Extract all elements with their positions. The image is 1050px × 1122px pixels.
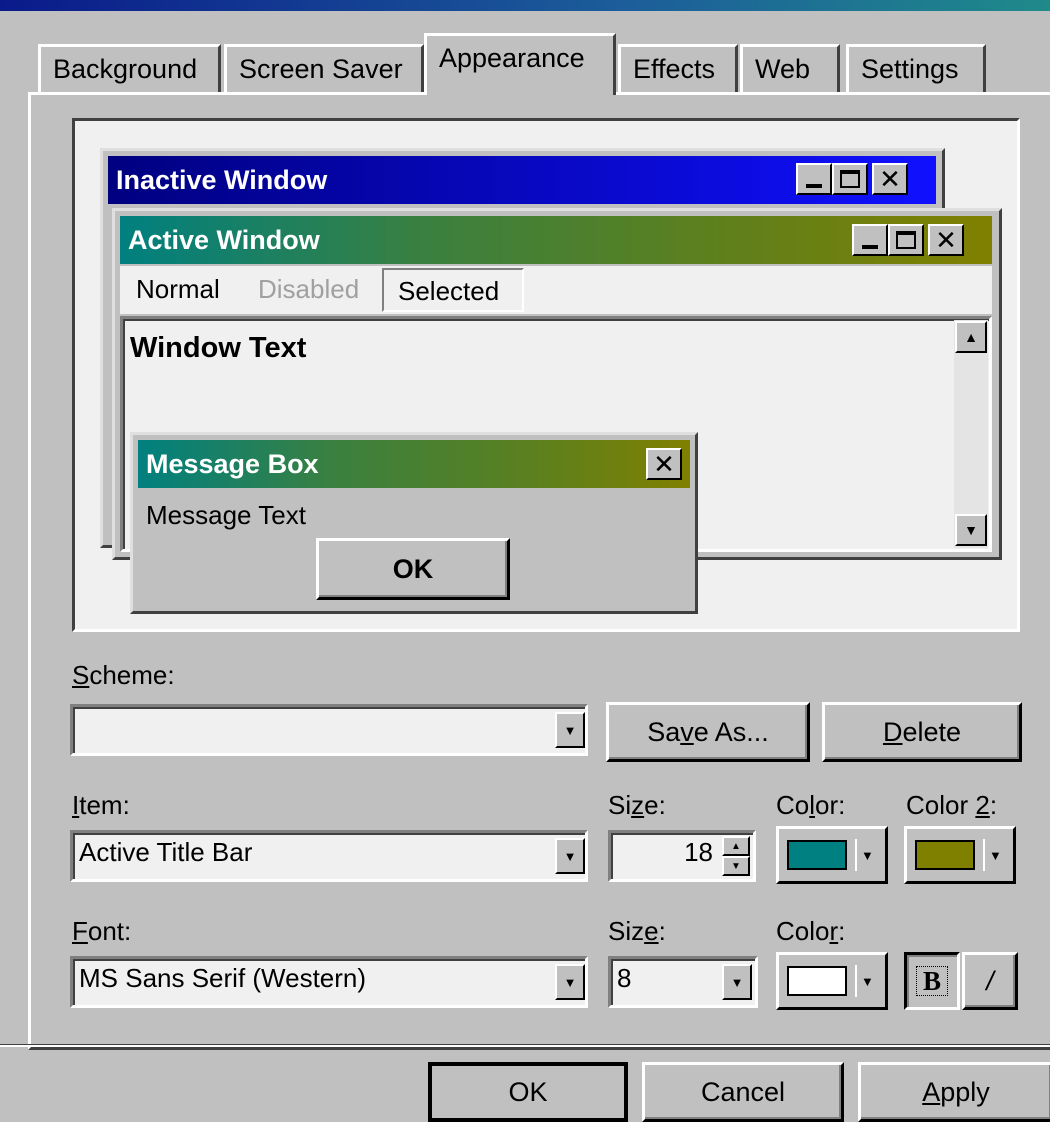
- font-color-label: Color:: [776, 916, 846, 946]
- item-color2-swatch: [915, 840, 975, 870]
- item-select[interactable]: Active Title Bar: [70, 830, 588, 882]
- tab-screen-saver[interactable]: Screen Saver: [224, 44, 424, 92]
- menu-bar-preview: [120, 266, 992, 314]
- cancel-button[interactable]: Cancel: [642, 1062, 844, 1122]
- font-size-label: Size:: [608, 916, 666, 946]
- italic-icon: /: [986, 965, 994, 996]
- chevron-down-icon: ▼: [989, 847, 1002, 863]
- message-box-ok-button[interactable]: OK: [316, 538, 510, 600]
- tab-label: Effects: [633, 54, 716, 84]
- scheme-label: Scheme:: [72, 660, 175, 690]
- close-icon: ✕: [928, 224, 964, 256]
- bold-icon: B: [915, 966, 948, 996]
- window-title-strip: [0, 0, 1050, 11]
- message-box-title-bar[interactable]: Message Box: [138, 440, 690, 488]
- item-size-value: 18: [684, 837, 713, 867]
- item-value: Active Title Bar: [79, 837, 253, 867]
- font-color-button[interactable]: ▼: [776, 952, 888, 1010]
- bottom-separator: [0, 1044, 1050, 1047]
- message-box-title: Message Box: [146, 449, 319, 479]
- tab-label: Web: [755, 54, 811, 84]
- tab-background[interactable]: Background: [38, 44, 221, 92]
- size-down-icon[interactable]: ▼: [722, 856, 750, 876]
- ok-button[interactable]: OK: [428, 1062, 628, 1122]
- save-as-button[interactable]: Sa v e As...: [606, 702, 810, 762]
- item-color2-label: Color 2:: [906, 790, 998, 820]
- tab-settings[interactable]: Settings: [846, 44, 986, 92]
- item-color2-button[interactable]: ▼: [904, 826, 1016, 884]
- window-text-preview[interactable]: Window Text: [130, 332, 306, 365]
- italic-toggle-button[interactable]: /: [962, 952, 1018, 1010]
- tab-label: Screen Saver: [239, 54, 403, 84]
- chevron-down-icon: ▼: [861, 847, 874, 863]
- active-title-buttons: ✕: [852, 224, 964, 256]
- maximize-icon: [888, 224, 924, 256]
- scroll-up-icon[interactable]: ▲: [955, 321, 987, 353]
- close-icon: ✕: [872, 163, 908, 195]
- apply-button[interactable]: Apply: [858, 1062, 1050, 1122]
- tab-label: Settings: [861, 54, 959, 84]
- item-color-swatch: [787, 840, 847, 870]
- active-window-title: Active Window: [128, 225, 320, 255]
- item-color-label: Color:: [776, 790, 846, 820]
- font-value: MS Sans Serif (Western): [79, 963, 367, 993]
- message-box-title-buttons: ✕: [646, 448, 682, 480]
- tab-label: Background: [53, 54, 198, 84]
- maximize-icon: [832, 163, 868, 195]
- delete-button[interactable]: Delete: [822, 702, 1022, 762]
- font-size-dropdown-icon[interactable]: ▼: [722, 964, 752, 1000]
- scheme-dropdown-icon[interactable]: ▼: [555, 712, 585, 748]
- menu-item-selected-label: Selected: [398, 276, 500, 306]
- font-label: Font:: [72, 916, 132, 946]
- menu-item-normal[interactable]: Normal: [136, 274, 220, 305]
- item-size-label: Size:: [608, 790, 666, 820]
- tab-effects[interactable]: Effects: [618, 44, 738, 92]
- inactive-window-title: Inactive Window: [116, 165, 328, 195]
- font-color-swatch: [787, 966, 847, 996]
- message-text-preview: Message Text: [146, 500, 306, 530]
- item-label: Item:: [72, 790, 130, 820]
- menu-item-selected[interactable]: Selected: [382, 268, 524, 312]
- item-dropdown-icon[interactable]: ▼: [555, 838, 585, 874]
- ok-label: OK: [508, 1076, 548, 1107]
- menu-item-disabled[interactable]: Disabled: [258, 274, 359, 305]
- font-size-value: 8: [617, 963, 632, 993]
- scheme-select[interactable]: [70, 704, 588, 756]
- inactive-title-buttons: ✕: [796, 163, 908, 195]
- message-box-ok-label: OK: [392, 553, 434, 584]
- size-up-icon[interactable]: ▲: [722, 836, 750, 856]
- tab-label: Appearance: [439, 43, 585, 73]
- tab-web[interactable]: Web: [740, 44, 840, 92]
- chevron-down-icon: ▼: [861, 973, 874, 989]
- item-color-button[interactable]: ▼: [776, 826, 888, 884]
- minimize-icon: [852, 224, 888, 256]
- tab-appearance[interactable]: Appearance: [424, 33, 616, 95]
- font-dropdown-icon[interactable]: ▼: [555, 964, 585, 1000]
- bold-toggle-button[interactable]: B: [904, 952, 960, 1010]
- font-select[interactable]: MS Sans Serif (Western): [70, 956, 588, 1008]
- scroll-down-icon[interactable]: ▼: [955, 514, 987, 546]
- cancel-label: Cancel: [700, 1076, 786, 1107]
- minimize-icon: [796, 163, 832, 195]
- close-icon: ✕: [646, 448, 682, 480]
